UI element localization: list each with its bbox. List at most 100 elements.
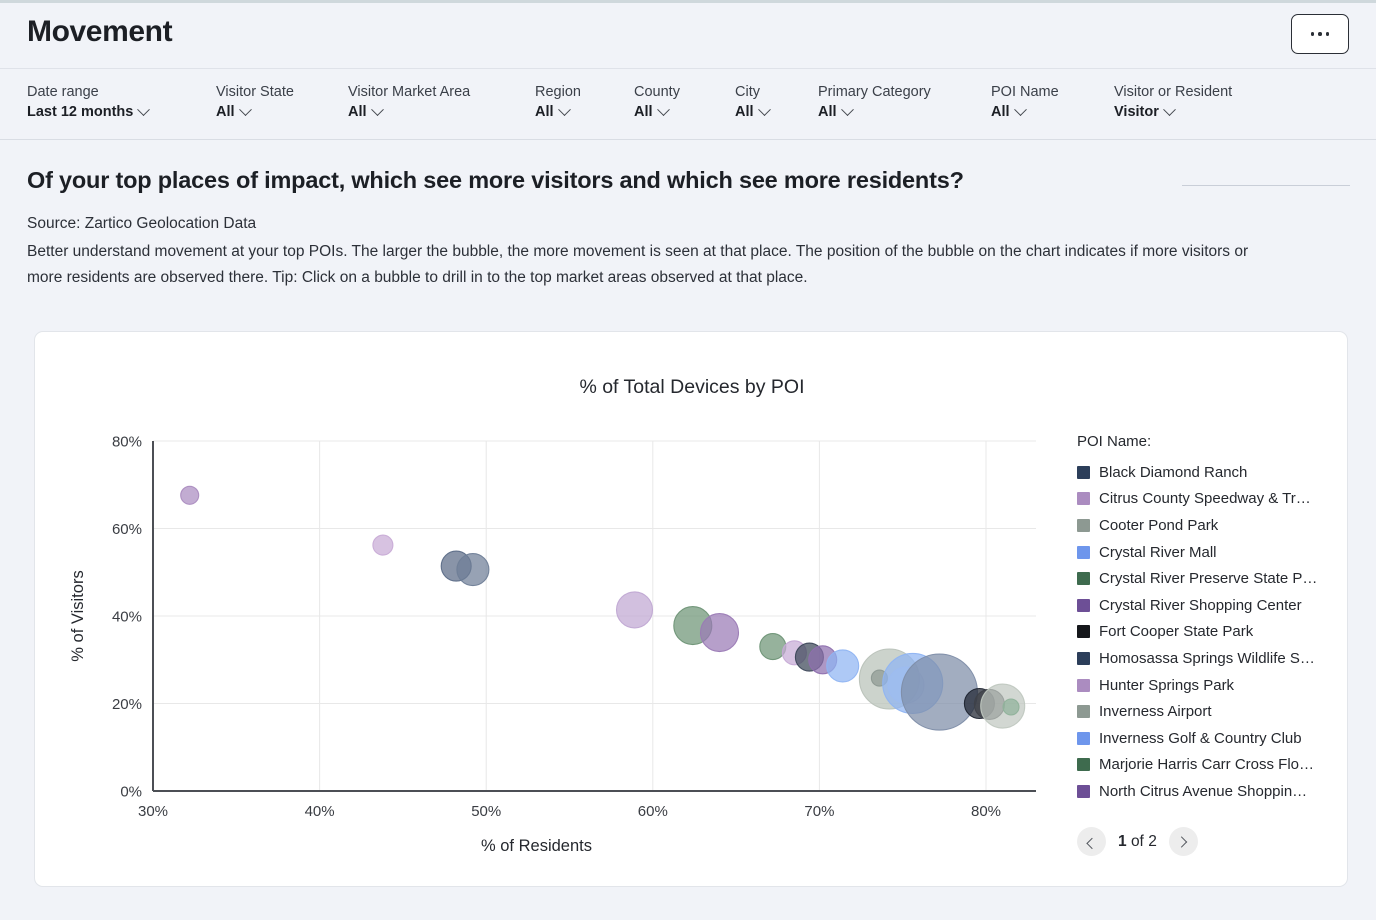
- filter-value-text: All: [216, 104, 235, 120]
- legend-color-swatch: [1077, 705, 1090, 719]
- filter-county[interactable]: County All: [634, 83, 680, 120]
- legend-item[interactable]: Fort Cooper State Park: [1077, 619, 1349, 646]
- filter-value[interactable]: All: [535, 102, 581, 120]
- filter-label: County: [634, 84, 680, 100]
- x-axis-tick-label: 50%: [471, 803, 501, 820]
- filter-value[interactable]: All: [634, 102, 680, 120]
- kebab-dot-icon: [1325, 32, 1330, 36]
- legend-item-label: Marjorie Harris Carr Cross Flo…: [1099, 756, 1315, 774]
- legend-color-swatch: [1077, 492, 1090, 506]
- insight-source: Source: Zartico Geolocation Data: [27, 215, 257, 232]
- legend-item[interactable]: Marjorie Harris Carr Cross Flo…: [1077, 752, 1349, 779]
- filter-label: POI Name: [991, 84, 1059, 100]
- legend-color-swatch: [1077, 465, 1090, 479]
- legend-color-swatch: [1077, 731, 1090, 745]
- legend-item-label: Crystal River Preserve State P…: [1099, 570, 1318, 588]
- bubble-point[interactable]: [826, 649, 860, 683]
- filter-value[interactable]: All: [735, 102, 771, 120]
- legend-item[interactable]: Inverness Airport: [1077, 698, 1349, 725]
- filter-label: Visitor or Resident: [1114, 84, 1233, 100]
- pagination-prev-button[interactable]: [1077, 827, 1106, 856]
- bubble-point[interactable]: [1002, 698, 1020, 716]
- legend-item-label: Homosassa Springs Wildlife S…: [1099, 649, 1315, 667]
- legend-color-swatch: [1077, 678, 1090, 692]
- legend-item[interactable]: Crystal River Mall: [1077, 539, 1349, 566]
- x-axis-tick-label: 60%: [638, 803, 668, 820]
- legend-item[interactable]: Hunter Springs Park: [1077, 672, 1349, 699]
- filter-value-text: All: [348, 104, 367, 120]
- pagination-next-button[interactable]: [1168, 827, 1198, 856]
- legend-item-label: Inverness Golf & Country Club: [1099, 729, 1302, 747]
- filter-visitor-market-area[interactable]: Visitor Market Area All: [348, 83, 470, 120]
- filter-primary-category[interactable]: Primary Category All: [818, 83, 931, 120]
- filter-label: Date range: [27, 84, 99, 100]
- bubble-point[interactable]: [180, 485, 200, 505]
- filter-value[interactable]: Visitor: [1114, 102, 1232, 120]
- filter-value-text: Last 12 months: [27, 104, 134, 120]
- y-axis-tick-label: 60%: [112, 521, 142, 538]
- bubble-point[interactable]: [456, 553, 490, 587]
- legend-item[interactable]: Crystal River Shopping Center: [1077, 592, 1349, 619]
- legend-color-swatch: [1077, 784, 1090, 798]
- chevron-down-icon: [137, 102, 151, 116]
- legend-item[interactable]: Cooter Pond Park: [1077, 512, 1349, 539]
- legend-color-swatch: [1077, 598, 1090, 612]
- x-axis-tick-label: 80%: [971, 803, 1001, 820]
- legend-color-swatch: [1077, 518, 1090, 532]
- filter-poi-name[interactable]: POI Name All: [991, 83, 1059, 120]
- y-axis-tick-label: 20%: [112, 696, 142, 713]
- filter-label: Visitor State: [216, 84, 294, 100]
- x-axis-tick-label: 40%: [305, 803, 335, 820]
- chevron-down-icon: [757, 102, 771, 116]
- chevron-right-icon: [1176, 835, 1188, 848]
- legend-item-label: Crystal River Shopping Center: [1099, 596, 1302, 614]
- chevron-down-icon: [370, 102, 384, 116]
- filter-value[interactable]: All: [818, 102, 931, 120]
- chevron-down-icon: [656, 102, 670, 116]
- legend-item[interactable]: Homosassa Springs Wildlife S…: [1077, 645, 1349, 672]
- bubble-point[interactable]: [699, 613, 740, 653]
- filter-visitor-or-resident[interactable]: Visitor or Resident Visitor: [1114, 83, 1232, 120]
- legend-item-label: Fort Cooper State Park: [1099, 623, 1254, 641]
- pagination-status: 1 of 2: [1118, 833, 1157, 851]
- filter-visitor-state[interactable]: Visitor State All: [216, 83, 294, 120]
- legend-item[interactable]: Crystal River Preserve State P…: [1077, 565, 1349, 592]
- bubble-point[interactable]: [759, 633, 787, 661]
- filter-value[interactable]: Last 12 months: [27, 102, 151, 120]
- more-options-button[interactable]: [1291, 14, 1349, 54]
- legend-pagination: 1 of 2: [1077, 827, 1198, 856]
- legend-item-label: Black Diamond Ranch: [1099, 463, 1248, 481]
- filter-value[interactable]: All: [991, 102, 1059, 120]
- chart-legend: POI Name: Black Diamond Ranch Citrus Coun…: [1077, 433, 1349, 805]
- filter-city[interactable]: City All: [735, 83, 771, 120]
- legend-color-swatch: [1077, 545, 1090, 559]
- bubble-point[interactable]: [615, 591, 654, 629]
- legend-item[interactable]: Black Diamond Ranch: [1077, 459, 1349, 486]
- legend-item[interactable]: Inverness Golf & Country Club: [1077, 725, 1349, 752]
- filter-value-text: All: [735, 104, 754, 120]
- filter-label: Visitor Market Area: [348, 84, 471, 100]
- movement-dashboard: Movement Date range Last 12 months Visitor…: [0, 0, 1376, 920]
- pagination-separator: of: [1130, 832, 1144, 850]
- legend-item-label: Citrus County Speedway & Tr…: [1099, 490, 1311, 508]
- legend-item-label: Inverness Airport: [1099, 703, 1212, 721]
- legend-item[interactable]: Citrus County Speedway & Tr…: [1077, 486, 1349, 513]
- legend-item-label: Cooter Pond Park: [1099, 516, 1219, 534]
- filter-label: Region: [535, 84, 581, 100]
- legend-item[interactable]: North Citrus Avenue Shoppin…: [1077, 778, 1349, 805]
- filter-region[interactable]: Region All: [535, 83, 581, 120]
- filter-value[interactable]: All: [348, 102, 470, 120]
- x-axis-tick-label: 30%: [138, 803, 168, 820]
- chevron-down-icon: [1013, 102, 1027, 116]
- page-title: Movement: [27, 15, 173, 48]
- filter-date-range[interactable]: Date range Last 12 months: [27, 83, 151, 120]
- filter-value[interactable]: All: [216, 102, 294, 120]
- bubble-point[interactable]: [372, 534, 394, 556]
- chevron-down-icon: [238, 102, 252, 116]
- legend-color-swatch: [1077, 625, 1090, 639]
- chevron-down-icon: [840, 102, 854, 116]
- bubble-point[interactable]: [900, 653, 978, 731]
- y-axis-title: % of Visitors: [69, 570, 87, 661]
- chevron-down-icon: [557, 102, 571, 116]
- kebab-dot-icon: [1318, 32, 1322, 36]
